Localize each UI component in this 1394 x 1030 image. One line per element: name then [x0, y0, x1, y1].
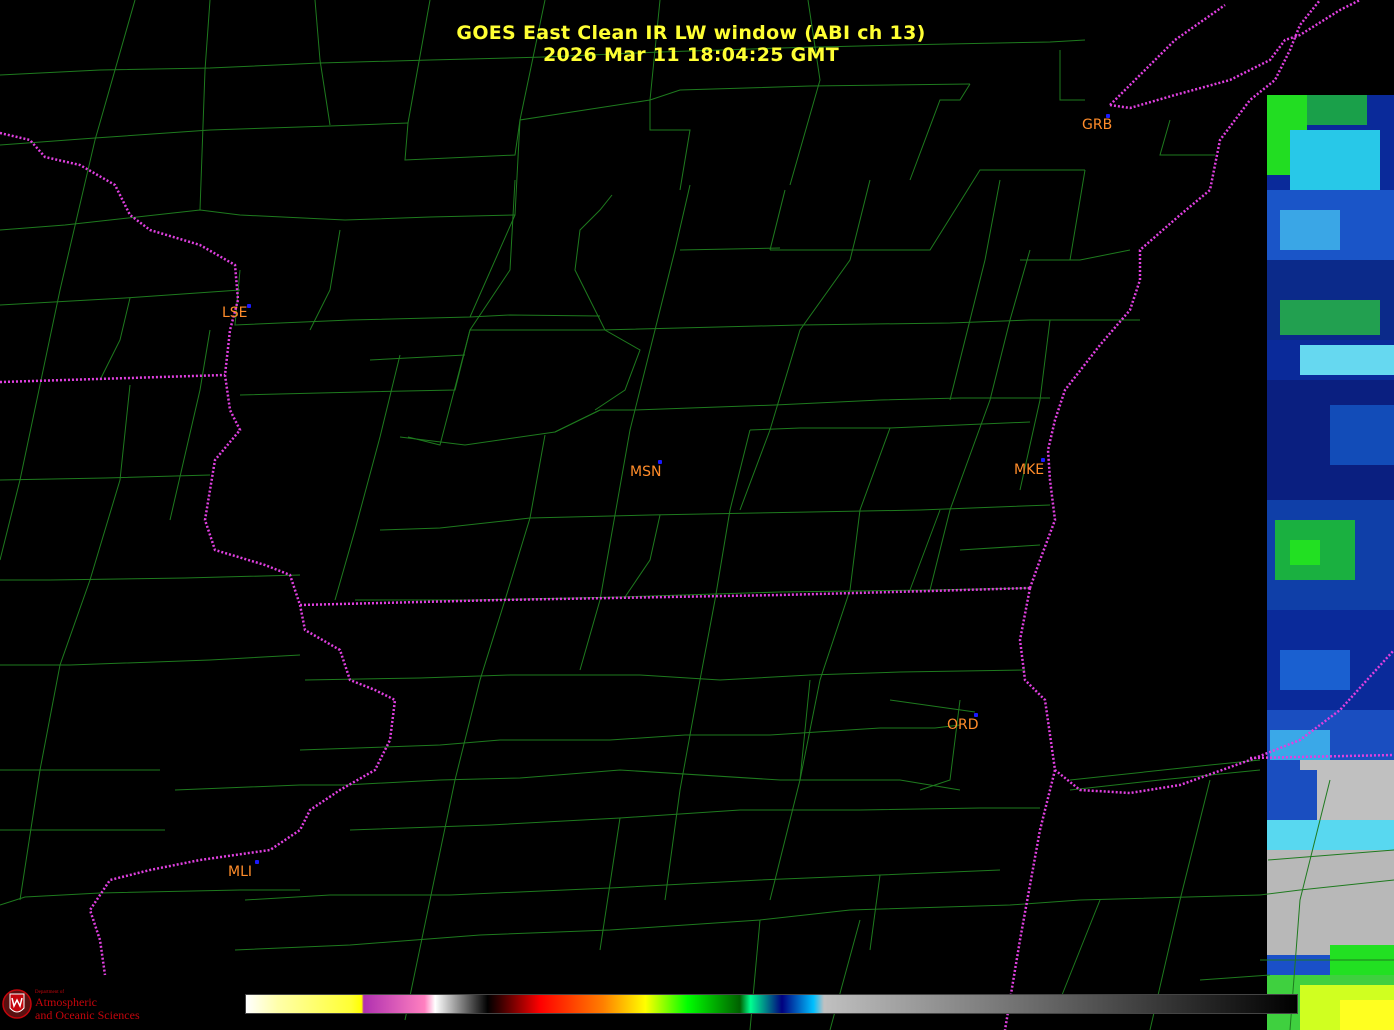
- county-lines: [0, 0, 1394, 1030]
- ir-imagery-strip: [1267, 95, 1394, 1030]
- city-label-lse: LSE: [222, 305, 248, 321]
- city-marker-mli: [255, 860, 259, 864]
- image-title: GOES East Clean IR LW window (ABI ch 13): [456, 22, 926, 44]
- city-label-msn: MSN: [630, 464, 662, 480]
- uw-crest-icon: [2, 989, 32, 1019]
- image-timestamp: 2026 Mar 11 18:04:25 GMT: [542, 44, 840, 66]
- river-lines: [554, 194, 641, 433]
- city-label-mke: MKE: [1014, 462, 1045, 478]
- logo-line-2: and Oceanic Sciences: [35, 1008, 140, 1022]
- city-label-mli: MLI: [228, 864, 253, 880]
- satellite-map: [0, 0, 1394, 1030]
- city-label-grb: GRB: [1082, 117, 1113, 133]
- temperature-colorbar: [245, 994, 1298, 1014]
- city-label-ord: ORD: [947, 717, 979, 733]
- aos-logo: Department of Atmospheric and Oceanic Sc…: [0, 982, 160, 1026]
- city-marker-lse: [247, 304, 251, 308]
